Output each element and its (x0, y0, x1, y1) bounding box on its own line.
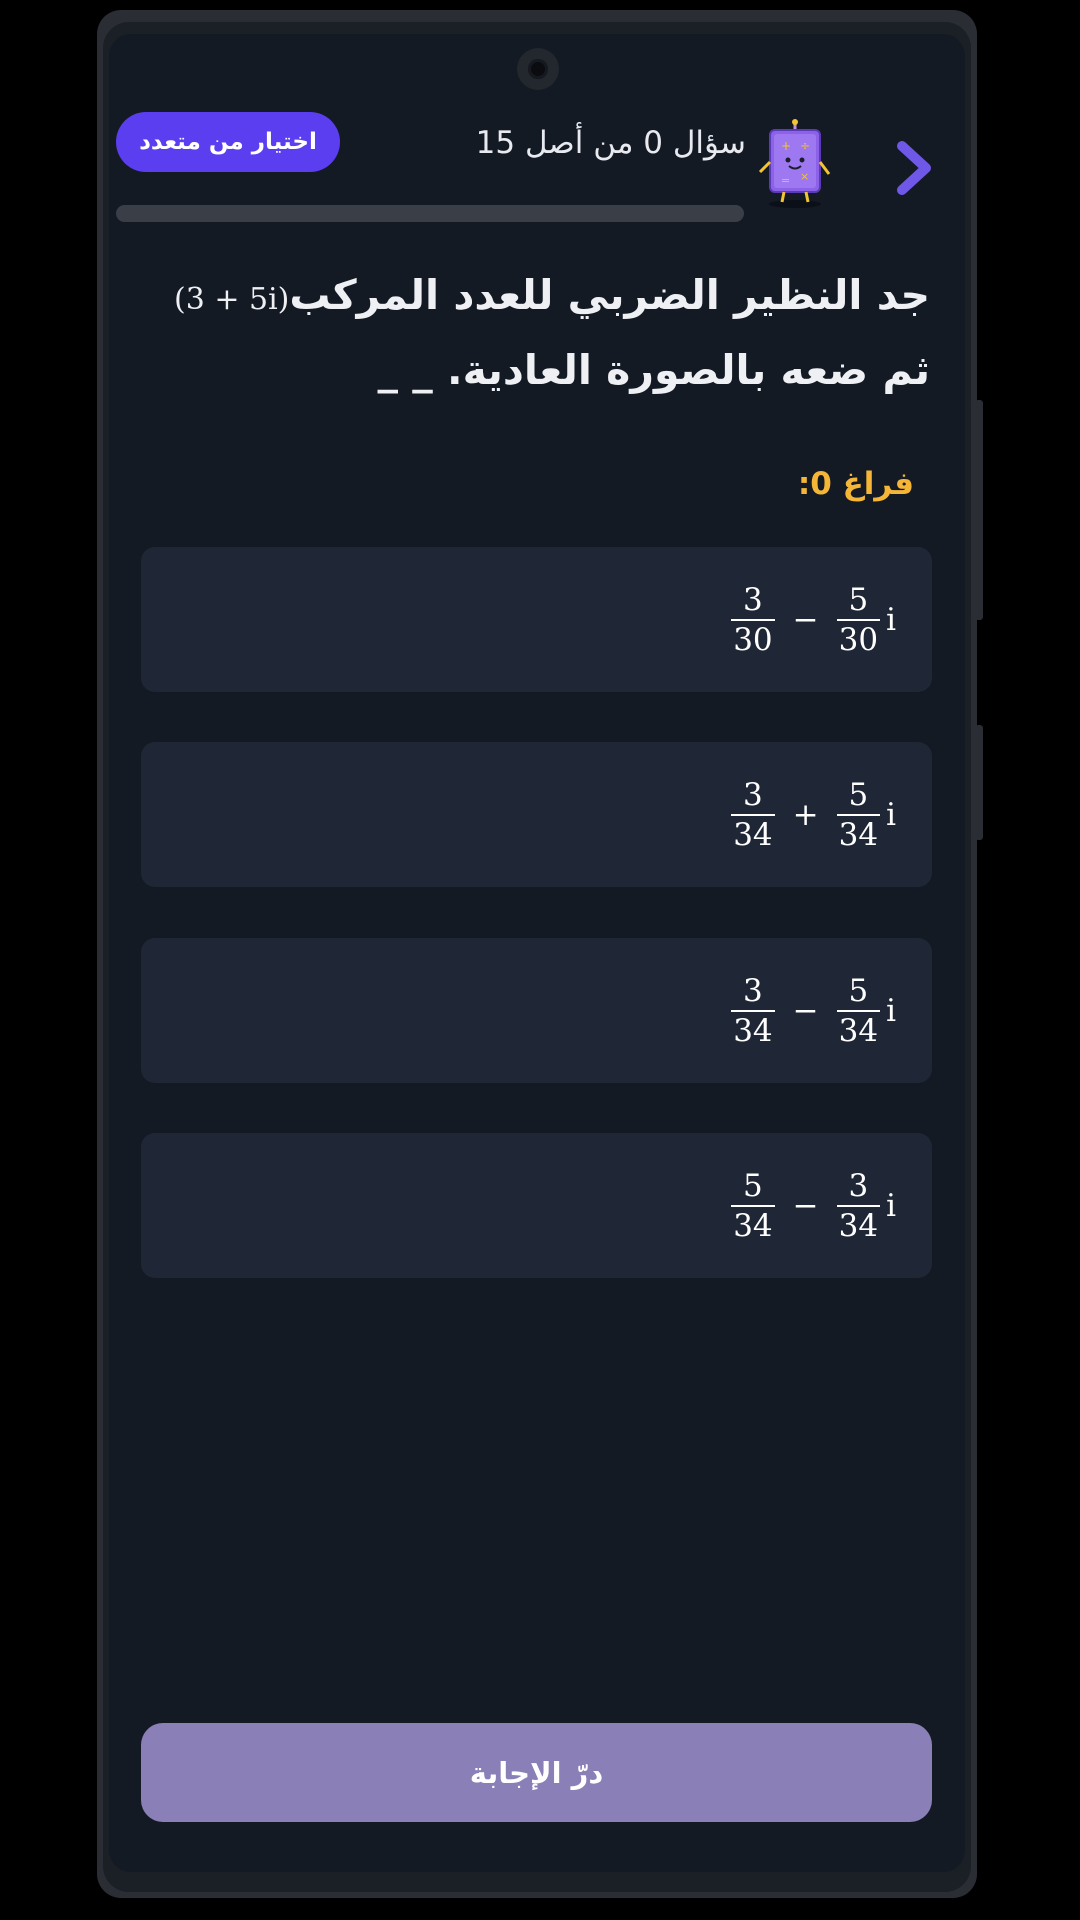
option-formula: 3 34 − 5 34 i (727, 938, 896, 1083)
phone-side-button (975, 400, 983, 620)
option-formula: 5 34 − 3 34 i (727, 1133, 896, 1278)
svg-text:=: = (781, 174, 790, 187)
operator: − (792, 601, 819, 638)
question-text: جد النظير الضربي للعدد المركب(3 + 5i) ثم… (160, 260, 930, 405)
imaginary-unit: i (886, 601, 896, 638)
operator: + (792, 796, 819, 833)
fraction: 3 34 (731, 776, 775, 854)
option-formula: 3 34 + 5 34 i (727, 742, 896, 887)
progress-bar (116, 205, 744, 222)
fraction: 5 34 (731, 1167, 775, 1245)
fraction: 3 30 (731, 581, 775, 659)
question-math: (3 + 5i) (174, 282, 290, 317)
chevron-right-icon[interactable] (894, 140, 934, 196)
fraction: 5 34 (836, 972, 881, 1050)
fraction-numerator: 3 (743, 776, 763, 813)
operator: − (792, 1187, 819, 1224)
imaginary-unit: i (886, 1187, 896, 1224)
fraction-denominator: 34 (733, 816, 773, 853)
fraction-denominator: 30 (838, 621, 879, 658)
blank-label: فراغ 0: (797, 466, 914, 502)
phone-side-button (975, 725, 983, 840)
fraction-numerator: 3 (848, 1167, 869, 1204)
question-text-end: ثم ضعه بالصورة العادية. _ _ (377, 346, 931, 394)
submit-answer-button[interactable]: درّ الإجابة (141, 1723, 932, 1822)
imaginary-unit: i (886, 992, 896, 1029)
fraction-denominator: 34 (838, 816, 879, 853)
fraction: 5 34 (836, 776, 881, 854)
fraction-numerator: 5 (848, 776, 869, 813)
question-type-badge[interactable]: اختيار من متعدد (116, 112, 340, 172)
option-formula: 3 30 − 5 30 i (727, 547, 896, 692)
fraction-denominator: 34 (838, 1207, 879, 1244)
fraction-numerator: 5 (743, 1167, 763, 1204)
fraction: 3 34 (836, 1167, 881, 1245)
calculator-mascot-icon: + ÷ = × (758, 119, 831, 208)
svg-text:×: × (800, 170, 809, 183)
camera-icon (517, 48, 559, 90)
fraction: 3 34 (731, 972, 775, 1050)
answer-option[interactable]: 3 34 + 5 34 i (141, 742, 932, 887)
fraction-denominator: 30 (733, 621, 773, 658)
fraction-denominator: 34 (733, 1012, 773, 1049)
fraction-denominator: 34 (733, 1207, 773, 1244)
question-counter: سؤال 0 من أصل 15 (475, 125, 746, 161)
question-text-start: جد النظير الضربي للعدد المركب (289, 271, 930, 319)
svg-text:+: + (781, 139, 791, 153)
fraction-denominator: 34 (838, 1012, 879, 1049)
fraction: 5 30 (836, 581, 881, 659)
answer-option[interactable]: 3 34 − 5 34 i (141, 938, 932, 1083)
imaginary-unit: i (886, 796, 896, 833)
fraction-numerator: 5 (848, 581, 869, 618)
svg-text:÷: ÷ (800, 139, 810, 153)
fraction-numerator: 5 (848, 972, 869, 1009)
answer-option[interactable]: 5 34 − 3 34 i (141, 1133, 932, 1278)
fraction-numerator: 3 (743, 972, 763, 1009)
operator: − (792, 992, 819, 1029)
answer-option[interactable]: 3 30 − 5 30 i (141, 547, 932, 692)
fraction-numerator: 3 (743, 581, 763, 618)
